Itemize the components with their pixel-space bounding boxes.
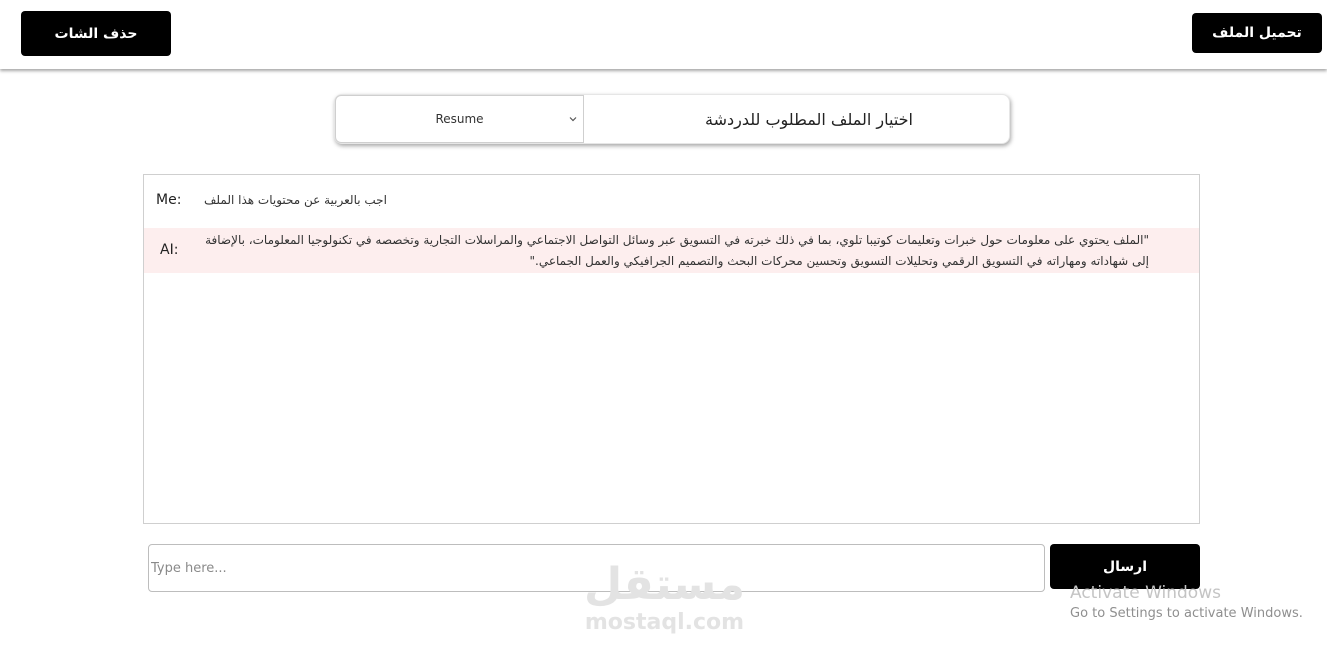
mostaql-watermark-domain: mostaql.com (584, 610, 745, 635)
chat-history[interactable]: Me: اجب بالعربية عن محتويات هذا الملف AI… (143, 174, 1200, 524)
file-selector-card: اختيار الملف المطلوب للدردشة Resume (334, 94, 1010, 144)
message-text: "الملف يحتوي على معلومات حول خبرات وتعلي… (205, 233, 1149, 268)
file-select-value: Resume (435, 112, 484, 126)
chat-message-user: Me: اجب بالعربية عن محتويات هذا الملف (144, 187, 1199, 215)
message-text: اجب بالعربية عن محتويات هذا الملف (204, 193, 387, 207)
clear-chat-button[interactable]: حذف الشات (21, 11, 171, 56)
file-select-dropdown[interactable]: Resume (335, 95, 584, 143)
message-sender-label: Me: (156, 192, 182, 208)
send-button[interactable]: ارسال (1050, 544, 1200, 589)
file-selector-title: اختيار الملف المطلوب للدردشة (704, 109, 913, 129)
chat-message-ai: AI: "الملف يحتوي على معلومات حول خبرات و… (144, 228, 1199, 273)
top-bar: حذف الشات تحميل الملف (0, 0, 1327, 69)
chevron-down-icon (569, 117, 577, 122)
message-sender-label: AI: (160, 242, 179, 258)
message-input[interactable] (148, 544, 1045, 592)
windows-activation-subtitle: Go to Settings to activate Windows. (1070, 606, 1303, 621)
upload-file-button[interactable]: تحميل الملف (1192, 13, 1322, 53)
